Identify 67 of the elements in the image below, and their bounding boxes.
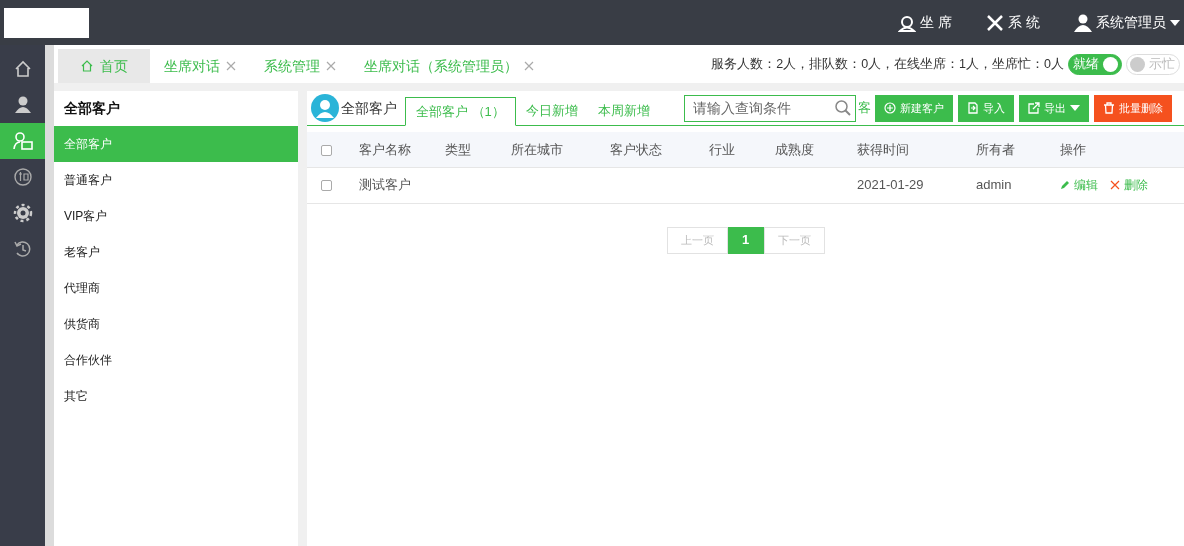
knowledge-icon (12, 167, 33, 187)
toolbar-button[interactable]: 新建客户 (874, 94, 953, 122)
panel-title: 全部客户 (63, 99, 121, 118)
select-all-checkbox[interactable] (321, 144, 332, 156)
toolbar-button[interactable]: 批量删除 (1093, 94, 1172, 122)
column-header: 客户状态 (610, 132, 709, 167)
column-header: 成熟度 (775, 132, 857, 167)
caret-icon (1069, 104, 1080, 112)
category-item[interactable]: 普通客户 (54, 162, 298, 198)
import-icon (966, 102, 979, 114)
row-checkbox[interactable] (321, 180, 332, 192)
table-cell: 测试客户 (345, 167, 445, 203)
header-menu-item[interactable]: 系 统 (986, 12, 1040, 33)
delete-link[interactable]: 删除 (1110, 176, 1148, 194)
category-item[interactable]: 供货商 (54, 306, 298, 342)
headset-icon (898, 13, 917, 32)
edit-link[interactable]: 编辑 (1060, 176, 1098, 194)
page-button[interactable]: 1 (727, 226, 764, 254)
column-header: 类型 (445, 132, 511, 167)
user-icon (1074, 13, 1092, 32)
status-toggle[interactable]: 示忙 (1126, 53, 1180, 75)
close-icon[interactable] (226, 61, 236, 71)
person-icon (12, 95, 33, 115)
column-header: 所在城市 (511, 132, 610, 167)
filter-tab[interactable]: 本周新增 (587, 97, 660, 125)
page-tab[interactable]: 坐席对话（系统管理员） (350, 49, 548, 83)
close-icon[interactable] (326, 61, 336, 71)
avatar-icon (311, 94, 339, 122)
header-menu-item[interactable]: 坐 席 (898, 12, 953, 33)
category-item[interactable]: 其它 (54, 378, 298, 414)
column-header: 客户名称 (345, 132, 445, 167)
tab-label-fragment: 客 (857, 99, 871, 118)
toolbar-button[interactable]: 导出 (1018, 94, 1089, 122)
category-item[interactable]: VIP客户 (54, 198, 298, 234)
caret-icon (1170, 18, 1180, 27)
home-icon (80, 59, 94, 73)
section-title: 全部客户 (341, 98, 397, 118)
filter-tab[interactable]: 全部客户 （1） (405, 97, 516, 126)
export-icon (1027, 102, 1040, 114)
settings-icon (12, 203, 33, 223)
toolbar-button[interactable]: 导入 (957, 94, 1014, 122)
search-field[interactable]: 请输入查询条件 (683, 94, 856, 122)
category-item[interactable]: 全部客户 (54, 126, 298, 162)
column-header: 所有者 (976, 132, 1060, 167)
trash-icon (1102, 102, 1115, 114)
column-header: 行业 (709, 132, 775, 167)
service-stats: 服务人数：2人，排队数：0人，在线坐席：1人，坐席忙：0人 (711, 55, 1064, 73)
page-tab[interactable]: 首页 (58, 49, 150, 83)
close-icon[interactable] (524, 61, 534, 71)
category-item[interactable]: 代理商 (54, 270, 298, 306)
filter-tab[interactable]: 今日新增 (515, 97, 588, 125)
close-icon (1110, 180, 1120, 190)
add-icon (883, 102, 896, 114)
column-header: 操作 (1060, 132, 1184, 167)
table-cell: admin (976, 167, 1060, 203)
page-tab[interactable]: 坐席对话 (150, 49, 250, 83)
page-tab[interactable]: 系统管理 (250, 49, 350, 83)
status-toggle[interactable]: 就绪 (1068, 53, 1122, 75)
history-icon (12, 239, 33, 259)
search-icon[interactable] (833, 98, 852, 117)
customer-card-icon (12, 131, 33, 151)
category-item[interactable]: 老客户 (54, 234, 298, 270)
pencil-icon (1060, 180, 1070, 190)
table-cell: 2021-01-29 (857, 167, 976, 203)
category-item[interactable]: 合作伙伴 (54, 342, 298, 378)
header-menu-item[interactable]: 系统管理员 (1074, 12, 1180, 33)
column-header: 获得时间 (857, 132, 976, 167)
